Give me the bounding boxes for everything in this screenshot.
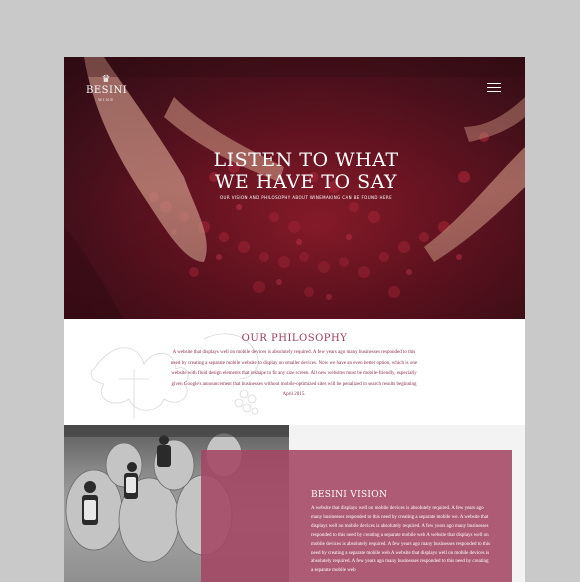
vision-title: BESINI VISION (311, 490, 388, 500)
website-mockup: ♛ BESINI WINE LISTEN TO WHAT WE HAVE TO … (64, 57, 525, 582)
vision-text: A website that displays well on mobile d… (311, 506, 491, 574)
hero-subtitle: OUR VISION AND PHILOSOPHY ABOUT WINEMAKI… (219, 195, 393, 200)
vision-panel: BESINI VISION A website that displays we… (201, 450, 512, 582)
hamburger-icon[interactable] (487, 83, 501, 93)
crest-icon: ♛ (101, 74, 111, 85)
vision-section: BESINI VISION A website that displays we… (64, 425, 525, 582)
brand-logo[interactable]: ♛ BESINI WINE (86, 74, 128, 103)
philosophy-title: OUR PHILOSOPHY (241, 333, 348, 344)
hero-section: ♛ BESINI WINE LISTEN TO WHAT WE HAVE TO … (64, 57, 525, 319)
philosophy-text: A website that displays well on mobile d… (170, 350, 418, 397)
brand-tagline: WINE (97, 97, 115, 102)
hero-title: LISTEN TO WHAT WE HAVE TO SAY (213, 149, 399, 193)
philosophy-section: OUR PHILOSOPHY A website that displays w… (64, 319, 525, 425)
brand-name: BESINI (86, 85, 128, 96)
